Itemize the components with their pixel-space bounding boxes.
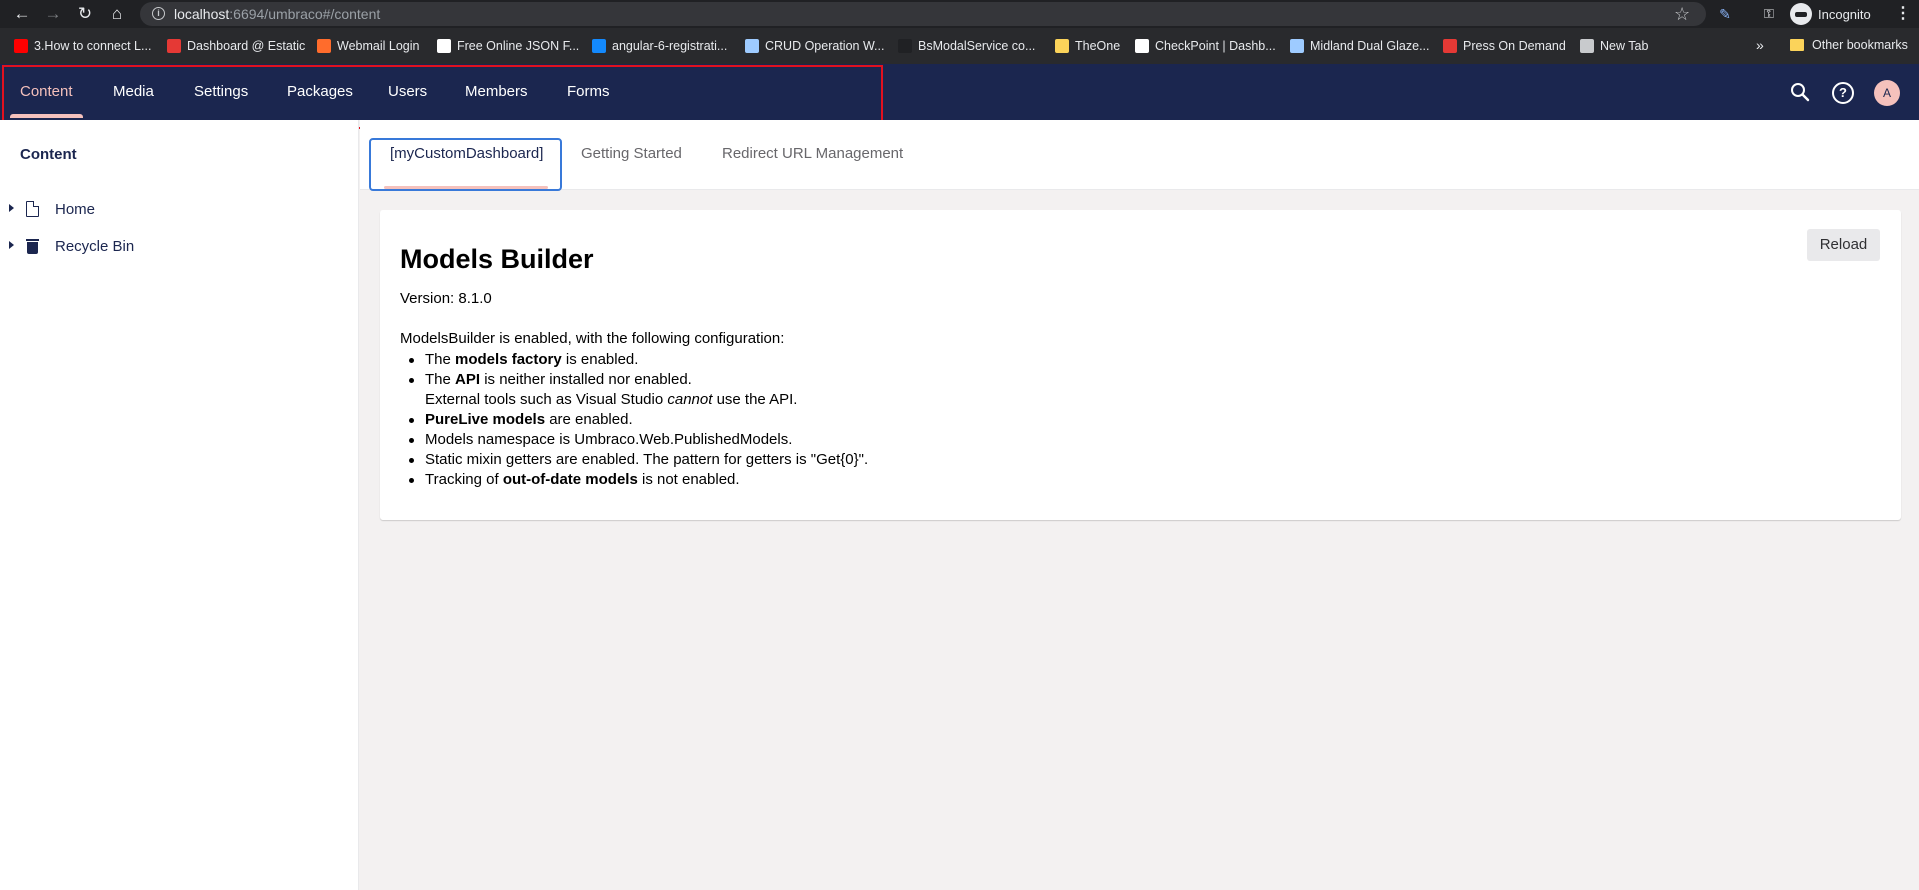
bookmark-item[interactable]: 3.How to connect L... — [14, 38, 151, 54]
note-icon — [1055, 39, 1069, 53]
tab-redirect-url-management[interactable]: Redirect URL Management — [722, 145, 903, 162]
bookmarks-overflow-icon[interactable]: » — [1756, 37, 1764, 53]
home-icon[interactable]: ⌂ — [107, 4, 127, 24]
config-item: Tracking of out-of-date models is not en… — [400, 470, 868, 490]
folder-icon — [1790, 39, 1804, 51]
panel-title: Models Builder — [400, 244, 594, 274]
bookmark-item[interactable]: CRUD Operation W... — [745, 38, 884, 54]
forward-arrow-icon[interactable]: → — [43, 4, 63, 24]
other-bookmarks[interactable]: Other bookmarks — [1790, 38, 1908, 52]
key-icon[interactable]: ⚿ — [1760, 5, 1778, 23]
config-item: Models namespace is Umbraco.Web.Publishe… — [400, 430, 868, 450]
bookmark-item[interactable]: Webmail Login — [317, 38, 419, 54]
section-tab-media[interactable]: Media — [113, 83, 154, 100]
config-item: The API is neither installed nor enabled… — [400, 370, 868, 390]
tree-item-label[interactable]: Recycle Bin — [55, 238, 134, 255]
active-section-indicator — [10, 114, 83, 118]
bookmark-label: CheckPoint | Dashb... — [1155, 39, 1276, 53]
tree-item-label[interactable]: Home — [55, 201, 95, 218]
bookmarks-bar: » Other bookmarks 3.How to connect L... D… — [0, 28, 1919, 64]
config-item: PureLive models are enabled. — [400, 410, 868, 430]
bookmark-label: angular-6-registrati... — [612, 39, 728, 53]
url-text[interactable]: localhost:6694/umbraco#/content — [174, 6, 380, 22]
bookmark-label: New Tab — [1600, 39, 1649, 53]
content-tree: Content Home Recycle Bin — [0, 120, 359, 890]
expand-caret-icon[interactable] — [9, 241, 14, 249]
expand-caret-icon[interactable] — [9, 204, 14, 212]
config-intro: ModelsBuilder is enabled, with the follo… — [400, 330, 785, 347]
estatic-icon — [167, 39, 181, 53]
stackblitz-icon — [592, 39, 606, 53]
config-item: Static mixin getters are enabled. The pa… — [400, 450, 868, 470]
tree-item-home[interactable]: Home — [0, 192, 358, 226]
extension-icon[interactable]: ✎ — [1716, 5, 1734, 23]
incognito-label[interactable]: Incognito — [1818, 7, 1871, 22]
bookmark-item[interactable]: Press On Demand — [1443, 38, 1566, 54]
tree-title: Content — [20, 146, 77, 163]
bookmark-star-icon[interactable]: ☆ — [1674, 3, 1690, 25]
browser-menu-icon[interactable]: ⋮ — [1895, 4, 1911, 24]
bookmark-label: TheOne — [1075, 39, 1121, 53]
section-tab-members[interactable]: Members — [465, 83, 528, 100]
bookmark-item[interactable]: CheckPoint | Dashb... — [1135, 38, 1276, 54]
checkpoint-icon — [1135, 39, 1149, 53]
reload-icon[interactable]: ↻ — [75, 4, 95, 24]
help-icon[interactable]: ? — [1832, 82, 1854, 104]
bookmark-item[interactable]: Midland Dual Glaze... — [1290, 38, 1430, 54]
document-icon — [26, 201, 39, 217]
config-item: The models factory is enabled. — [400, 350, 868, 370]
tab-getting-started[interactable]: Getting Started — [581, 145, 682, 162]
ff-icon — [437, 39, 451, 53]
site-info-icon[interactable]: i — [152, 7, 165, 20]
version-text: Version: 8.1.0 — [400, 290, 492, 307]
search-icon[interactable] — [1789, 82, 1811, 104]
bookmark-item[interactable]: New Tab — [1580, 38, 1648, 54]
github-icon — [898, 39, 912, 53]
bookmark-item[interactable]: Free Online JSON F... — [437, 38, 579, 54]
tree-item-recycle-bin[interactable]: Recycle Bin — [0, 229, 358, 263]
bookmark-label: Dashboard @ Estatic — [187, 39, 306, 53]
estatic-icon — [1443, 39, 1457, 53]
config-item-note: External tools such as Visual Studio can… — [425, 391, 798, 408]
globe-icon — [1580, 39, 1594, 53]
crud-icon — [745, 39, 759, 53]
bookmark-label: Webmail Login — [337, 39, 420, 53]
bookmark-item[interactable]: TheOne — [1055, 38, 1120, 54]
bookmark-item[interactable]: angular-6-registrati... — [592, 38, 727, 54]
reload-button[interactable]: Reload — [1807, 229, 1880, 261]
bookmark-label: Press On Demand — [1463, 39, 1566, 53]
bookmark-label: Free Online JSON F... — [457, 39, 580, 53]
bookmark-label: Midland Dual Glaze... — [1310, 39, 1430, 53]
bookmark-item[interactable]: Dashboard @ Estatic — [167, 38, 305, 54]
document-icon — [1290, 39, 1304, 53]
bookmark-label: BsModalService co... — [918, 39, 1036, 53]
browser-toolbar: ← → ↻ ⌂ i localhost:6694/umbraco#/conten… — [0, 0, 1919, 28]
active-tab-indicator — [384, 186, 548, 189]
cpanel-icon — [317, 39, 331, 53]
section-tab-settings[interactable]: Settings — [194, 83, 248, 100]
youtube-icon — [14, 39, 28, 53]
section-tab-packages[interactable]: Packages — [287, 83, 353, 100]
trash-icon — [26, 238, 39, 254]
back-arrow-icon[interactable]: ← — [12, 4, 32, 24]
incognito-icon[interactable] — [1790, 3, 1812, 25]
bookmark-label: CRUD Operation W... — [765, 39, 885, 53]
section-tab-content[interactable]: Content — [20, 83, 73, 100]
tab-my-custom-dashboard[interactable]: [myCustomDashboard] — [390, 145, 543, 162]
user-avatar[interactable]: A — [1874, 80, 1900, 106]
section-tab-forms[interactable]: Forms — [567, 83, 610, 100]
config-list: The models factory is enabled. The API i… — [400, 350, 868, 490]
section-tab-users[interactable]: Users — [388, 83, 427, 100]
bookmark-label: 3.How to connect L... — [34, 39, 152, 53]
bookmark-item[interactable]: BsModalService co... — [898, 38, 1035, 54]
